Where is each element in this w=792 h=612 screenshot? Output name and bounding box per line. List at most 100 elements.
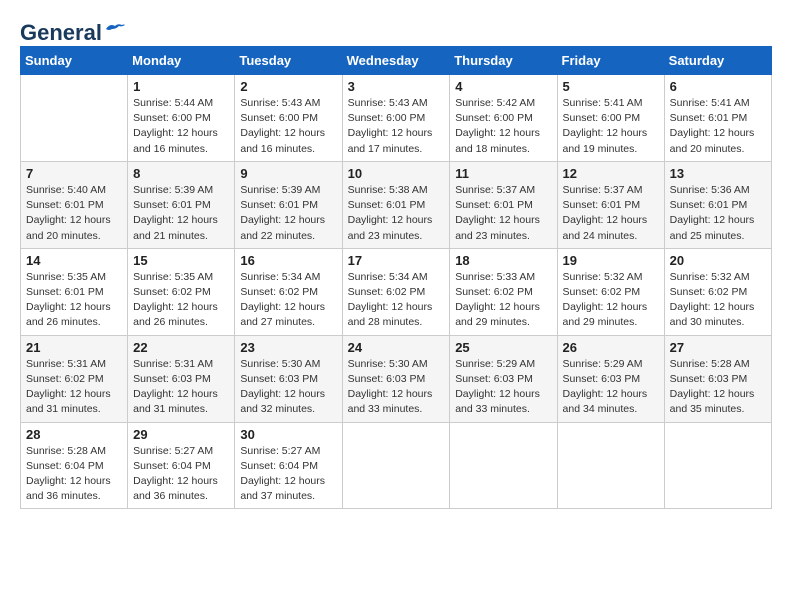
calendar-table: SundayMondayTuesdayWednesdayThursdayFrid… [20, 46, 772, 509]
day-info: Sunrise: 5:33 AM Sunset: 6:02 PM Dayligh… [455, 270, 551, 331]
page-header: General [20, 20, 772, 40]
day-number: 10 [348, 166, 445, 181]
day-info: Sunrise: 5:35 AM Sunset: 6:02 PM Dayligh… [133, 270, 229, 331]
day-number: 14 [26, 253, 122, 268]
day-number: 17 [348, 253, 445, 268]
day-info: Sunrise: 5:43 AM Sunset: 6:00 PM Dayligh… [348, 96, 445, 157]
calendar-week-row: 28Sunrise: 5:28 AM Sunset: 6:04 PM Dayli… [21, 422, 772, 509]
calendar-cell [664, 422, 771, 509]
calendar-cell: 23 Sunrise: 5:30 AM Sunset: 6:03 PM Dayli… [235, 335, 342, 422]
weekday-header-saturday: Saturday [664, 47, 771, 75]
day-info: Sunrise: 5:34 AM Sunset: 6:02 PM Dayligh… [348, 270, 445, 331]
day-info: Sunrise: 5:41 AM Sunset: 6:00 PM Dayligh… [563, 96, 659, 157]
day-info: Sunrise: 5:36 AM Sunset: 6:01 PM Dayligh… [670, 183, 766, 244]
logo-bird-icon [104, 21, 126, 37]
calendar-cell: 24 Sunrise: 5:30 AM Sunset: 6:03 PM Dayli… [342, 335, 450, 422]
day-number: 23 [240, 340, 336, 355]
day-number: 12 [563, 166, 659, 181]
day-number: 19 [563, 253, 659, 268]
day-number: 18 [455, 253, 551, 268]
calendar-week-row: 1 Sunrise: 5:44 AM Sunset: 6:00 PM Daylig… [21, 75, 772, 162]
calendar-cell: 30 Sunrise: 5:27 AM Sunset: 6:04 PM Dayli… [235, 422, 342, 509]
day-number: 22 [133, 340, 229, 355]
day-info: Sunrise: 5:31 AM Sunset: 6:03 PM Dayligh… [133, 357, 229, 418]
calendar-cell: 13 Sunrise: 5:36 AM Sunset: 6:01 PM Dayli… [664, 161, 771, 248]
day-number: 4 [455, 79, 551, 94]
day-number: 5 [563, 79, 659, 94]
day-info: Sunrise: 5:35 AM Sunset: 6:01 PM Dayligh… [26, 270, 122, 331]
calendar-cell: 28Sunrise: 5:28 AM Sunset: 6:04 PM Dayli… [21, 422, 128, 509]
calendar-cell: 22 Sunrise: 5:31 AM Sunset: 6:03 PM Dayli… [128, 335, 235, 422]
day-info: Sunrise: 5:31 AM Sunset: 6:02 PM Dayligh… [26, 357, 122, 418]
day-info: Sunrise: 5:40 AM Sunset: 6:01 PM Dayligh… [26, 183, 122, 244]
calendar-cell: 12 Sunrise: 5:37 AM Sunset: 6:01 PM Dayli… [557, 161, 664, 248]
calendar-header-row: SundayMondayTuesdayWednesdayThursdayFrid… [21, 47, 772, 75]
logo-general: General [20, 20, 102, 46]
day-info: Sunrise: 5:28 AM Sunset: 6:03 PM Dayligh… [670, 357, 766, 418]
day-info: Sunrise: 5:32 AM Sunset: 6:02 PM Dayligh… [563, 270, 659, 331]
calendar-cell: 15 Sunrise: 5:35 AM Sunset: 6:02 PM Dayli… [128, 248, 235, 335]
day-number: 2 [240, 79, 336, 94]
day-number: 8 [133, 166, 229, 181]
calendar-cell: 18 Sunrise: 5:33 AM Sunset: 6:02 PM Dayli… [450, 248, 557, 335]
day-info: Sunrise: 5:41 AM Sunset: 6:01 PM Dayligh… [670, 96, 766, 157]
calendar-cell: 16Sunrise: 5:34 AM Sunset: 6:02 PM Dayli… [235, 248, 342, 335]
calendar-cell [557, 422, 664, 509]
day-info: Sunrise: 5:44 AM Sunset: 6:00 PM Dayligh… [133, 96, 229, 157]
day-number: 25 [455, 340, 551, 355]
day-number: 21 [26, 340, 122, 355]
calendar-cell: 3 Sunrise: 5:43 AM Sunset: 6:00 PM Daylig… [342, 75, 450, 162]
day-number: 13 [670, 166, 766, 181]
day-info: Sunrise: 5:37 AM Sunset: 6:01 PM Dayligh… [563, 183, 659, 244]
day-info: Sunrise: 5:39 AM Sunset: 6:01 PM Dayligh… [240, 183, 336, 244]
day-number: 1 [133, 79, 229, 94]
day-info: Sunrise: 5:42 AM Sunset: 6:00 PM Dayligh… [455, 96, 551, 157]
day-info: Sunrise: 5:29 AM Sunset: 6:03 PM Dayligh… [563, 357, 659, 418]
day-number: 24 [348, 340, 445, 355]
calendar-cell: 5 Sunrise: 5:41 AM Sunset: 6:00 PM Daylig… [557, 75, 664, 162]
day-number: 6 [670, 79, 766, 94]
day-number: 3 [348, 79, 445, 94]
calendar-body: 1 Sunrise: 5:44 AM Sunset: 6:00 PM Daylig… [21, 75, 772, 509]
calendar-cell: 14 Sunrise: 5:35 AM Sunset: 6:01 PM Dayli… [21, 248, 128, 335]
calendar-cell [450, 422, 557, 509]
calendar-cell: 11 Sunrise: 5:37 AM Sunset: 6:01 PM Dayli… [450, 161, 557, 248]
day-number: 26 [563, 340, 659, 355]
day-info: Sunrise: 5:27 AM Sunset: 6:04 PM Dayligh… [133, 444, 229, 505]
day-info: Sunrise: 5:30 AM Sunset: 6:03 PM Dayligh… [240, 357, 336, 418]
calendar-cell [342, 422, 450, 509]
calendar-cell: 20Sunrise: 5:32 AM Sunset: 6:02 PM Dayli… [664, 248, 771, 335]
calendar-cell: 6 Sunrise: 5:41 AM Sunset: 6:01 PM Daylig… [664, 75, 771, 162]
day-number: 30 [240, 427, 336, 442]
weekday-header-friday: Friday [557, 47, 664, 75]
day-info: Sunrise: 5:30 AM Sunset: 6:03 PM Dayligh… [348, 357, 445, 418]
day-info: Sunrise: 5:32 AM Sunset: 6:02 PM Dayligh… [670, 270, 766, 331]
calendar-cell: 1 Sunrise: 5:44 AM Sunset: 6:00 PM Daylig… [128, 75, 235, 162]
calendar-cell: 7Sunrise: 5:40 AM Sunset: 6:01 PM Daylig… [21, 161, 128, 248]
calendar-week-row: 7Sunrise: 5:40 AM Sunset: 6:01 PM Daylig… [21, 161, 772, 248]
day-info: Sunrise: 5:37 AM Sunset: 6:01 PM Dayligh… [455, 183, 551, 244]
calendar-cell: 27 Sunrise: 5:28 AM Sunset: 6:03 PM Dayli… [664, 335, 771, 422]
day-info: Sunrise: 5:28 AM Sunset: 6:04 PM Dayligh… [26, 444, 122, 505]
weekday-header-monday: Monday [128, 47, 235, 75]
day-info: Sunrise: 5:38 AM Sunset: 6:01 PM Dayligh… [348, 183, 445, 244]
day-number: 15 [133, 253, 229, 268]
day-number: 11 [455, 166, 551, 181]
calendar-cell: 26 Sunrise: 5:29 AM Sunset: 6:03 PM Dayli… [557, 335, 664, 422]
logo: General [20, 20, 126, 40]
weekday-header-wednesday: Wednesday [342, 47, 450, 75]
day-number: 29 [133, 427, 229, 442]
calendar-week-row: 14 Sunrise: 5:35 AM Sunset: 6:01 PM Dayli… [21, 248, 772, 335]
day-number: 27 [670, 340, 766, 355]
day-number: 9 [240, 166, 336, 181]
calendar-cell: 2Sunrise: 5:43 AM Sunset: 6:00 PM Daylig… [235, 75, 342, 162]
day-info: Sunrise: 5:34 AM Sunset: 6:02 PM Dayligh… [240, 270, 336, 331]
day-info: Sunrise: 5:27 AM Sunset: 6:04 PM Dayligh… [240, 444, 336, 505]
calendar-cell: 19 Sunrise: 5:32 AM Sunset: 6:02 PM Dayli… [557, 248, 664, 335]
calendar-week-row: 21 Sunrise: 5:31 AM Sunset: 6:02 PM Dayli… [21, 335, 772, 422]
calendar-cell: 17 Sunrise: 5:34 AM Sunset: 6:02 PM Dayli… [342, 248, 450, 335]
calendar-cell: 9 Sunrise: 5:39 AM Sunset: 6:01 PM Daylig… [235, 161, 342, 248]
day-info: Sunrise: 5:39 AM Sunset: 6:01 PM Dayligh… [133, 183, 229, 244]
calendar-cell: 8 Sunrise: 5:39 AM Sunset: 6:01 PM Daylig… [128, 161, 235, 248]
calendar-cell: 4 Sunrise: 5:42 AM Sunset: 6:00 PM Daylig… [450, 75, 557, 162]
